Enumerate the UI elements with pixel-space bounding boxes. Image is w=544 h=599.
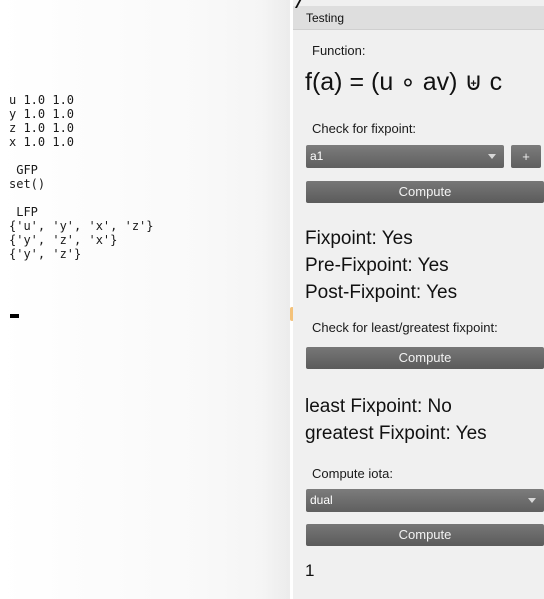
- least-greatest-compute-button[interactable]: Compute: [306, 347, 544, 369]
- iota-select[interactable]: dual: [306, 489, 544, 512]
- chevron-down-icon: [528, 498, 536, 503]
- add-button[interactable]: +: [511, 145, 541, 168]
- console-line: x 1.0 1.0: [9, 135, 75, 149]
- fixpoint-select[interactable]: a1: [306, 145, 504, 168]
- console-line: {'y', 'z', 'x'}: [9, 233, 118, 247]
- panel-title: Testing: [293, 6, 544, 30]
- console-line: set(): [9, 177, 46, 191]
- least-fixpoint-result: least Fixpoint: No: [305, 396, 452, 417]
- console-line: LFP: [9, 205, 38, 219]
- console-line: {'u', 'y', 'x', 'z'}: [9, 219, 154, 233]
- iota-result: 1: [305, 561, 315, 580]
- greatest-fixpoint-result: greatest Fixpoint: Yes: [305, 423, 487, 444]
- app-window: u 1.0 1.0 y 1.0 1.0 z 1.0 1.0 x 1.0 1.0 GFP…: [0, 0, 544, 599]
- console-line: u 1.0 1.0: [9, 93, 75, 107]
- fixpoint-compute-button[interactable]: Compute: [306, 181, 544, 203]
- console-lines: u 1.0 1.0 y 1.0 1.0 z 1.0 1.0 x 1.0 1.0 GFP…: [9, 93, 154, 261]
- function-label: Function:: [312, 43, 366, 58]
- console-output: u 1.0 1.0 y 1.0 1.0 z 1.0 1.0 x 1.0 1.0 GFP…: [0, 0, 290, 599]
- console-line: {'y', 'z'}: [9, 247, 82, 261]
- least-greatest-label: Check for least/greatest fixpoint:: [312, 320, 498, 335]
- console-shadow: [262, 0, 290, 599]
- fixpoint-result: Fixpoint: Yes: [305, 228, 413, 249]
- fixpoint-select-value: a1: [310, 149, 324, 163]
- iota-label: Compute iota:: [312, 466, 393, 481]
- iota-compute-button[interactable]: Compute: [306, 524, 544, 546]
- pre-fixpoint-result: Pre-Fixpoint: Yes: [305, 255, 449, 276]
- post-fixpoint-result: Post-Fixpoint: Yes: [305, 282, 458, 303]
- text-cursor: [10, 314, 19, 318]
- function-formula: f(a) = (u ∘ av) ⊎ c: [305, 68, 503, 96]
- iota-select-value: dual: [310, 493, 333, 507]
- console-line: z 1.0 1.0: [9, 121, 75, 135]
- console-line: GFP: [9, 163, 38, 177]
- fixpoint-check-label: Check for fixpoint:: [312, 121, 417, 136]
- chevron-down-icon: [488, 154, 496, 159]
- testing-panel: Testing Function: f(a) = (u ∘ av) ⊎ c Ch…: [293, 0, 544, 599]
- console-line: y 1.0 1.0: [9, 107, 75, 121]
